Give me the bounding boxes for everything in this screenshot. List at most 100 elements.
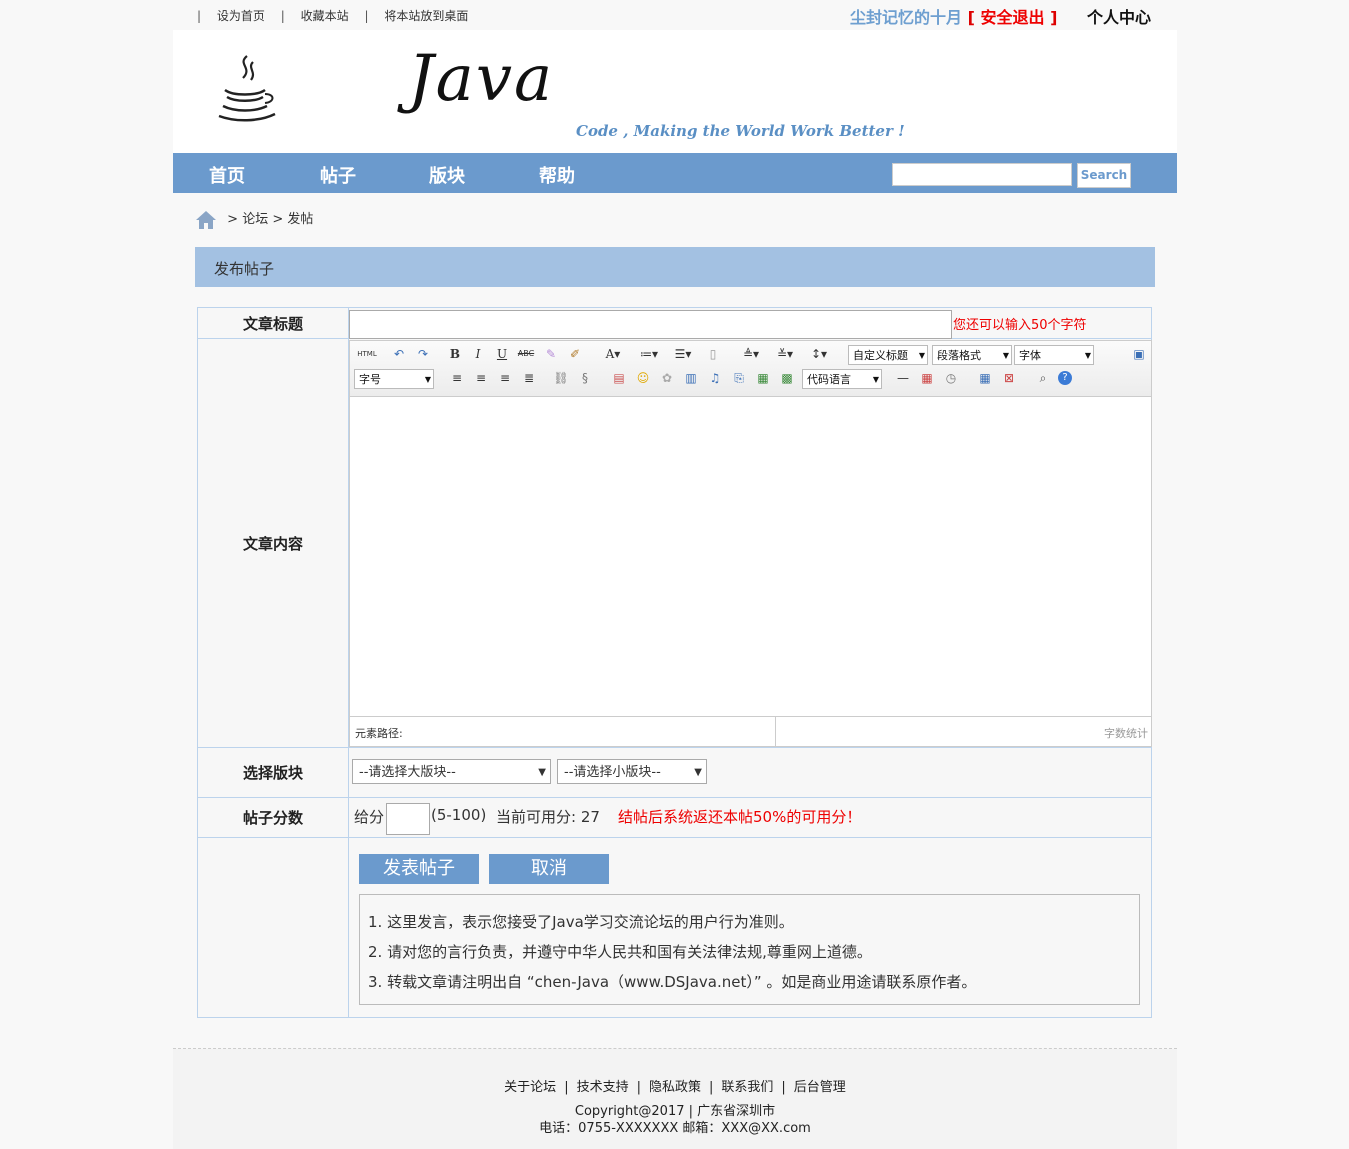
footer-link-privacy[interactable]: 隐私政策 (649, 1080, 701, 1095)
emoticon-icon[interactable]: ☺ (634, 369, 652, 387)
code-language-select[interactable]: 代码语言 ▼ (802, 369, 882, 389)
undo-icon[interactable]: ↶ (390, 345, 408, 363)
content-label: 文章内容 (197, 338, 349, 748)
separator: | (709, 1080, 714, 1095)
username-link[interactable]: 尘封记忆的十月 (850, 8, 962, 27)
underline-icon[interactable]: U (493, 345, 511, 363)
footer-link-contact[interactable]: 联系我们 (721, 1080, 773, 1095)
posting-rules: 1. 这里发言，表示您接受了Java学习交流论坛的用户行为准则。 2. 请对您的… (359, 894, 1140, 1005)
unordered-list-icon[interactable]: ☰▾ (670, 345, 696, 363)
image-icon[interactable]: ▤ (610, 369, 628, 387)
panel-title: 发布帖子 (214, 260, 275, 278)
attachment-icon[interactable]: ⎘ (730, 369, 748, 387)
insert-table-icon[interactable]: ▦ (976, 369, 994, 387)
code-language-label: 代码语言 (807, 373, 851, 386)
title-input[interactable] (349, 310, 952, 339)
footer-link-admin[interactable]: 后台管理 (794, 1080, 846, 1095)
time-icon[interactable]: ◷ (942, 369, 960, 387)
desktop-shortcut-link[interactable]: 将本站放到桌面 (384, 9, 468, 23)
search-button[interactable]: Search (1077, 163, 1131, 188)
breadcrumb-forum[interactable]: 论坛 (242, 212, 268, 227)
fullscreen-icon[interactable]: ▣ (1130, 345, 1148, 363)
site-header: Java Code , Making the World Work Better… (173, 30, 1177, 153)
submit-post-button[interactable]: 发表帖子 (359, 854, 479, 884)
nav-home[interactable]: 首页 (209, 162, 245, 188)
search-input[interactable] (892, 163, 1072, 186)
help-icon[interactable]: ? (1058, 371, 1072, 385)
score-range: (5-100) (431, 806, 487, 824)
home-icon[interactable] (195, 209, 217, 231)
new-doc-icon[interactable]: ▯ (704, 345, 722, 363)
set-homepage-link[interactable]: 设为首页 (217, 9, 265, 23)
map-icon[interactable]: ▦ (754, 369, 772, 387)
unlink-icon[interactable]: § (576, 369, 594, 387)
title-char-hint: 您还可以输入50个字符 (953, 318, 1087, 333)
word-count: 字数统计 (1104, 727, 1148, 740)
find-replace-icon[interactable]: ⌕ (1034, 369, 1052, 387)
main-nav: 首页 帖子 版块 帮助 Search (173, 153, 1177, 193)
small-board-select[interactable]: --请选择小版块-- ▼ (557, 759, 707, 784)
align-justify-icon[interactable]: ≣ (520, 369, 538, 387)
scrawl-icon[interactable]: ✿ (658, 369, 676, 387)
empty-label (197, 837, 349, 1018)
user-center-link[interactable]: 个人中心 (1087, 8, 1151, 27)
small-board-value: --请选择小版块-- (564, 765, 661, 780)
format-brush-icon[interactable]: ✐ (566, 345, 584, 363)
gmap-icon[interactable]: ▩ (778, 369, 796, 387)
link-icon[interactable]: ⛓ (552, 369, 570, 387)
java-cup-icon[interactable] (213, 50, 283, 130)
separator: | (636, 1080, 641, 1095)
site-footer: 关于论坛 | 技术支持 | 隐私政策 | 联系我们 | 后台管理 Copyright@2017 … (173, 1049, 1177, 1149)
score-return-tip: 结帖后系统返还本帖50%的可用分！ (618, 808, 862, 826)
align-right-icon[interactable]: ≡ (496, 369, 514, 387)
row-spacing-top-icon[interactable]: ≜▾ (738, 345, 764, 363)
footer-links: 关于论坛 | 技术支持 | 隐私政策 | 联系我们 | 后台管理 (173, 1076, 1177, 1095)
user-area: 尘封记忆的十月 [ 安全退出 ] 个人中心 (850, 4, 1151, 28)
nav-posts[interactable]: 帖子 (320, 162, 356, 188)
align-center-icon[interactable]: ≡ (472, 369, 490, 387)
html-source-icon[interactable]: HTML (356, 345, 378, 363)
panel-header: 发布帖子 (195, 247, 1155, 287)
bold-icon[interactable]: B (446, 345, 464, 363)
nav-help[interactable]: 帮助 (539, 162, 575, 188)
paragraph-select[interactable]: 段落格式 ▼ (932, 345, 1012, 365)
board-label: 选择版块 (197, 747, 349, 798)
separator: | (364, 9, 369, 23)
line-height-icon[interactable]: ↕▾ (806, 345, 832, 363)
redo-icon[interactable]: ↷ (414, 345, 432, 363)
rich-text-editor: HTML ↶ ↷ B I U ABC ✎ ✐ A▾ ≔▾ ☰▾ ▯ ≜▾ ≚▾ … (349, 340, 1152, 747)
chevron-down-icon: ▼ (424, 375, 431, 384)
editor-status-bar: 元素路径: 字数统计 (350, 716, 1151, 746)
video-icon[interactable]: ▥ (682, 369, 700, 387)
font-size-select[interactable]: 字号 ▼ (354, 369, 434, 389)
score-input[interactable] (386, 803, 430, 835)
footer-link-about[interactable]: 关于论坛 (504, 1080, 556, 1095)
footer-link-support[interactable]: 技术支持 (577, 1080, 629, 1095)
chevron-down-icon: ▼ (1002, 351, 1009, 360)
big-board-select[interactable]: --请选择大版块-- ▼ (352, 759, 551, 784)
eraser-icon[interactable]: ✎ (542, 345, 560, 363)
font-select[interactable]: 字体 ▼ (1014, 345, 1094, 365)
strikethrough-icon[interactable]: ABC (517, 345, 535, 363)
music-icon[interactable]: ♫ (706, 369, 724, 387)
date-icon[interactable]: ▦ (918, 369, 936, 387)
editor-content-area[interactable] (350, 397, 1151, 716)
row-spacing-bottom-icon[interactable]: ≚▾ (772, 345, 798, 363)
bracket: ] (1050, 8, 1058, 27)
cancel-button[interactable]: 取消 (489, 854, 609, 884)
custom-title-select[interactable]: 自定义标题 ▼ (848, 345, 928, 365)
chevron-down-icon: ▼ (538, 767, 546, 778)
ordered-list-icon[interactable]: ≔▾ (636, 345, 662, 363)
delete-table-icon[interactable]: ⊠ (1000, 369, 1018, 387)
align-left-icon[interactable]: ≡ (448, 369, 466, 387)
logout-link[interactable]: 安全退出 (980, 8, 1044, 27)
breadcrumb-sep: > (227, 212, 239, 227)
italic-icon[interactable]: I (469, 345, 487, 363)
bookmark-link[interactable]: 收藏本站 (301, 9, 349, 23)
font-color-icon[interactable]: A▾ (600, 345, 626, 363)
logo-text[interactable]: Java (408, 42, 554, 116)
horizontal-rule-icon[interactable]: — (894, 369, 912, 387)
separator: | (280, 9, 285, 23)
nav-boards[interactable]: 版块 (429, 162, 465, 188)
score-available: 当前可用分: 27 (496, 808, 600, 826)
